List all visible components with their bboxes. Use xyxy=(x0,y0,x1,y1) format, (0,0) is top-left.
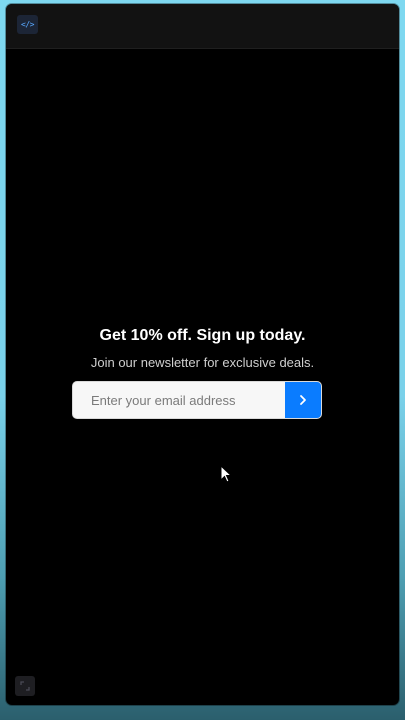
newsletter-subline: Join our newsletter for exclusive deals. xyxy=(90,355,315,370)
code-icon: </> xyxy=(21,20,34,29)
newsletter-section: Get 10% off. Sign up today. Join our new… xyxy=(6,324,399,372)
newsletter-form xyxy=(72,381,322,419)
code-view-button[interactable]: </> xyxy=(17,15,38,34)
top-bar: </> xyxy=(6,4,399,49)
app-window: </> Get 10% off. Sign up today. Join our… xyxy=(6,4,399,705)
chevron-right-icon xyxy=(300,395,306,405)
expand-icon xyxy=(20,681,30,691)
mouse-pointer-icon xyxy=(220,465,233,483)
expand-button[interactable] xyxy=(15,676,35,696)
submit-button[interactable] xyxy=(285,382,321,418)
email-input[interactable] xyxy=(73,382,285,418)
newsletter-headline: Get 10% off. Sign up today. xyxy=(99,327,306,344)
